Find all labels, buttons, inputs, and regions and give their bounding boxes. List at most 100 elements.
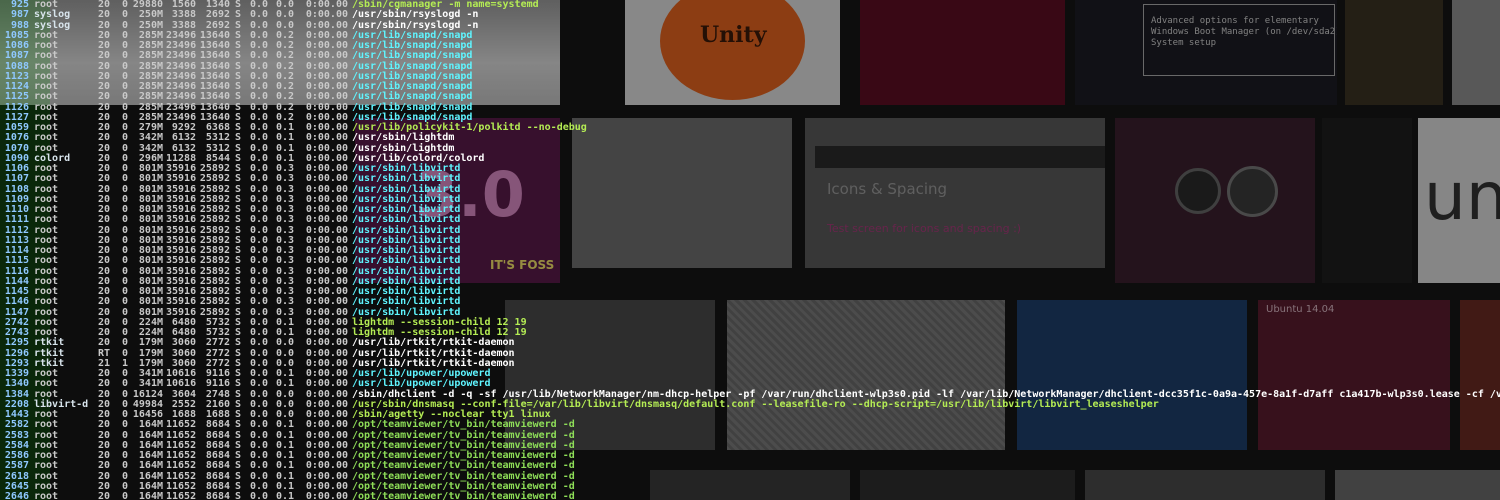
process-res: 3060	[171, 337, 196, 349]
process-time: 0:00.00	[305, 296, 348, 308]
process-list: 925 root 20 0 29880 1560 1340 S 0.0 0.0 0:00.00/sb…	[0, 0, 1500, 500]
process-pid: 1076	[4, 132, 29, 144]
process-cmd: /opt/teamviewer/tv_bin/teamviewerd -d	[352, 419, 575, 431]
process-virt: 801M	[138, 173, 163, 185]
process-virt: 801M	[138, 255, 163, 267]
process-shr: 8684	[205, 419, 230, 431]
process-row: 987 syslog 20 0 250M 3388 2692 S 0.0 0.0 0:00.00/u…	[0, 9, 1500, 21]
process-user: root	[34, 132, 59, 144]
process-mem: 0.3	[275, 214, 294, 226]
process-res: 35916	[166, 214, 197, 226]
process-s: S	[235, 173, 242, 185]
process-row: 2582 root 20 0 164M 11652 8684 S 0.0 0.1 0:00.00/o…	[0, 419, 1500, 431]
process-ni: 0	[121, 255, 128, 267]
process-cmd: /opt/teamviewer/tv_bin/teamviewerd -d	[352, 460, 575, 472]
process-pid: 2646	[4, 491, 29, 500]
process-user: root	[34, 460, 59, 472]
process-s: S	[235, 255, 242, 267]
process-ni: 0	[121, 491, 128, 500]
process-cmd: /usr/sbin/libvirtd	[352, 173, 461, 185]
process-s: S	[235, 91, 242, 103]
process-mem: 0.3	[275, 296, 294, 308]
process-pr: 20	[97, 50, 110, 62]
process-shr: 5312	[205, 132, 230, 144]
process-ni: 0	[121, 50, 128, 62]
process-ni: 0	[121, 378, 128, 390]
process-s: S	[235, 9, 242, 21]
process-time: 0:00.00	[305, 50, 348, 62]
process-ni: 0	[121, 419, 128, 431]
process-pid: 987	[10, 9, 29, 21]
process-pr: 20	[97, 460, 110, 472]
process-shr: 13640	[199, 91, 230, 103]
process-cpu: 0.0	[249, 173, 268, 185]
process-time: 0:00.00	[305, 419, 348, 431]
process-time: 0:00.00	[305, 173, 348, 185]
process-pid: 1340	[4, 378, 29, 390]
process-user: syslog	[34, 9, 71, 21]
process-s: S	[235, 132, 242, 144]
process-user: root	[34, 491, 59, 500]
process-virt: 341M	[138, 378, 163, 390]
process-row: 2587 root 20 0 164M 11652 8684 S 0.0 0.1 0:00.00/o…	[0, 460, 1500, 472]
process-user: rtkit	[34, 337, 65, 349]
process-cpu: 0.0	[249, 378, 268, 390]
process-row: 1087 root 20 0 285M 23496 13640 S 0.0 0.2 0:00.00 /…	[0, 50, 1500, 62]
process-mem: 0.2	[275, 50, 294, 62]
process-pr: 20	[97, 337, 110, 349]
process-res: 23496	[166, 91, 197, 103]
process-ni: 0	[121, 460, 128, 472]
process-shr: 25892	[199, 296, 230, 308]
process-time: 0:00.00	[305, 132, 348, 144]
process-res: 11652	[166, 491, 197, 500]
process-s: S	[235, 460, 242, 472]
process-time: 0:00.00	[305, 9, 348, 21]
process-pid: 1111	[4, 214, 29, 226]
process-virt: 801M	[138, 296, 163, 308]
process-time: 0:00.00	[305, 214, 348, 226]
process-ni: 0	[121, 214, 128, 226]
process-res: 11652	[166, 419, 197, 431]
process-cmd: /usr/lib/snapd/snapd	[352, 91, 473, 103]
process-s: S	[235, 214, 242, 226]
process-shr: 25892	[199, 255, 230, 267]
process-mem: 0.1	[275, 419, 294, 431]
process-ni: 0	[121, 173, 128, 185]
process-mem: 0.1	[275, 491, 294, 500]
process-mem: 0.1	[275, 460, 294, 472]
process-row: 1107 root 20 0 801M 35916 25892 S 0.0 0.3 0:00.00 /…	[0, 173, 1500, 185]
process-time: 0:00.00	[305, 337, 348, 349]
process-user: root	[34, 378, 59, 390]
process-ni: 0	[121, 132, 128, 144]
process-s: S	[235, 337, 242, 349]
process-shr: 8684	[205, 491, 230, 500]
process-pr: 20	[97, 214, 110, 226]
process-shr: 25892	[199, 173, 230, 185]
process-res: 35916	[166, 255, 197, 267]
process-mem: 0.0	[275, 337, 294, 349]
process-cpu: 0.0	[249, 337, 268, 349]
process-user: root	[34, 173, 59, 185]
process-row: 1340 root 20 0 341M 10616 9116 S 0.0 0.1 0:00.00/u…	[0, 378, 1500, 390]
process-s: S	[235, 50, 242, 62]
process-res: 3388	[171, 9, 196, 21]
process-shr: 2772	[205, 337, 230, 349]
process-cmd: /usr/sbin/libvirtd	[352, 214, 461, 226]
process-cpu: 0.0	[249, 255, 268, 267]
process-pr: 20	[97, 132, 110, 144]
process-res: 11652	[166, 460, 197, 472]
process-pid: 1125	[4, 91, 29, 103]
process-cmd: /usr/sbin/libvirtd	[352, 255, 461, 267]
process-s: S	[235, 296, 242, 308]
process-cmd: /usr/lib/snapd/snapd	[352, 50, 473, 62]
process-cmd: /usr/lib/upower/upowerd	[352, 378, 491, 390]
process-cpu: 0.0	[249, 491, 268, 500]
process-cmd: /usr/sbin/rsyslogd -n	[352, 9, 479, 21]
process-pr: 20	[97, 378, 110, 390]
process-row: 1146 root 20 0 801M 35916 25892 S 0.0 0.3 0:00.00 /…	[0, 296, 1500, 308]
process-cpu: 0.0	[249, 419, 268, 431]
process-mem: 0.1	[275, 132, 294, 144]
process-mem: 0.1	[275, 378, 294, 390]
process-pid: 1087	[4, 50, 29, 62]
process-time: 0:00.00	[305, 491, 348, 500]
